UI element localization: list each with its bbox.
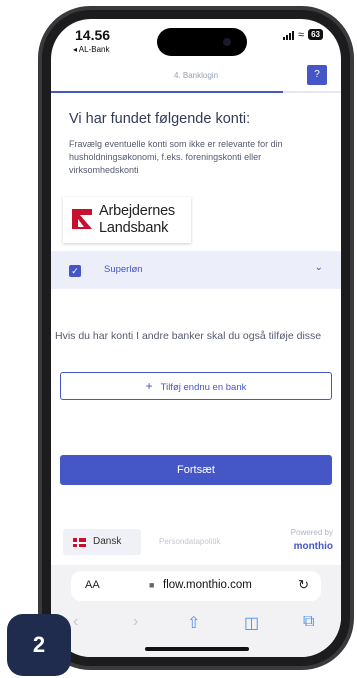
home-indicator bbox=[145, 647, 249, 651]
progress-bar bbox=[51, 91, 341, 93]
status-bar: 14.56 ◂ AL-Bank ≈ 63 bbox=[51, 19, 341, 65]
camera-icon bbox=[223, 38, 231, 46]
chevron-down-icon[interactable]: ⌄ bbox=[315, 262, 323, 273]
back-icon[interactable]: ‹ bbox=[73, 613, 78, 631]
step-number-badge: 2 bbox=[7, 614, 71, 676]
danish-flag-icon bbox=[73, 538, 86, 547]
footer: Dansk Persondatapolitik Powered by month… bbox=[63, 525, 341, 559]
page-title: Vi har fundet følgende konti: bbox=[69, 111, 251, 127]
language-selector[interactable]: Dansk bbox=[63, 529, 141, 555]
browser-nav: ‹ › ⇧ ◫ ⧉ bbox=[51, 613, 341, 639]
powered-by-label: Powered by bbox=[290, 528, 333, 537]
bank-name-line2: Landsbank bbox=[99, 220, 169, 236]
help-button[interactable]: ? bbox=[307, 65, 327, 85]
account-name: Superløn bbox=[104, 264, 143, 275]
continue-button[interactable]: Fortsæt bbox=[60, 455, 332, 485]
bank-logo-icon bbox=[72, 209, 92, 229]
other-banks-text: Hvis du har konti I andre banker skal du… bbox=[55, 330, 322, 342]
plus-icon: + bbox=[145, 379, 153, 393]
url-text[interactable]: flow.monthio.com bbox=[163, 579, 252, 591]
forward-icon[interactable]: › bbox=[133, 613, 138, 631]
add-bank-label: Tilføj endnu en bank bbox=[160, 382, 247, 393]
page-description: Fravælg eventuelle konti som ikke er rel… bbox=[69, 139, 283, 175]
tabs-icon[interactable]: ⧉ bbox=[303, 613, 314, 631]
reload-icon[interactable]: ↻ bbox=[298, 577, 309, 593]
monthio-brand[interactable]: monthio bbox=[294, 541, 333, 552]
safari-toolbar: AA ■ flow.monthio.com ↻ ‹ › ⇧ ◫ ⧉ bbox=[51, 565, 341, 657]
account-row[interactable]: ✓ Superløn ⌄ bbox=[51, 251, 341, 289]
system-icons: ≈ 63 bbox=[283, 29, 323, 40]
progress-fill bbox=[51, 91, 283, 93]
address-bar[interactable]: AA ■ flow.monthio.com ↻ bbox=[71, 571, 321, 601]
language-label: Dansk bbox=[93, 536, 122, 547]
reader-settings-button[interactable]: AA bbox=[85, 579, 100, 591]
account-checkbox[interactable]: ✓ bbox=[69, 265, 81, 277]
share-icon[interactable]: ⇧ bbox=[187, 613, 200, 633]
bank-logo: Arbejdernes Landsbank bbox=[63, 197, 191, 243]
back-to-app-link[interactable]: ◂ AL-Bank bbox=[73, 45, 109, 54]
cellular-signal-icon bbox=[283, 30, 295, 40]
bookmarks-icon[interactable]: ◫ bbox=[244, 613, 259, 633]
wifi-icon: ≈ bbox=[298, 28, 305, 41]
battery-icon: 63 bbox=[308, 29, 323, 40]
dynamic-island bbox=[157, 28, 247, 56]
step-label: 4. Banklogin bbox=[173, 71, 219, 80]
bank-name-line1: Arbejdernes bbox=[99, 203, 175, 219]
status-time: 14.56 bbox=[75, 27, 111, 43]
lock-icon: ■ bbox=[149, 580, 155, 590]
privacy-policy-link[interactable]: Persondatapolitik bbox=[159, 537, 220, 546]
add-bank-button[interactable]: + Tilføj endnu en bank bbox=[60, 372, 332, 400]
phone-screen: 14.56 ◂ AL-Bank ≈ 63 4. Banklogin ? Vi h… bbox=[51, 19, 341, 657]
